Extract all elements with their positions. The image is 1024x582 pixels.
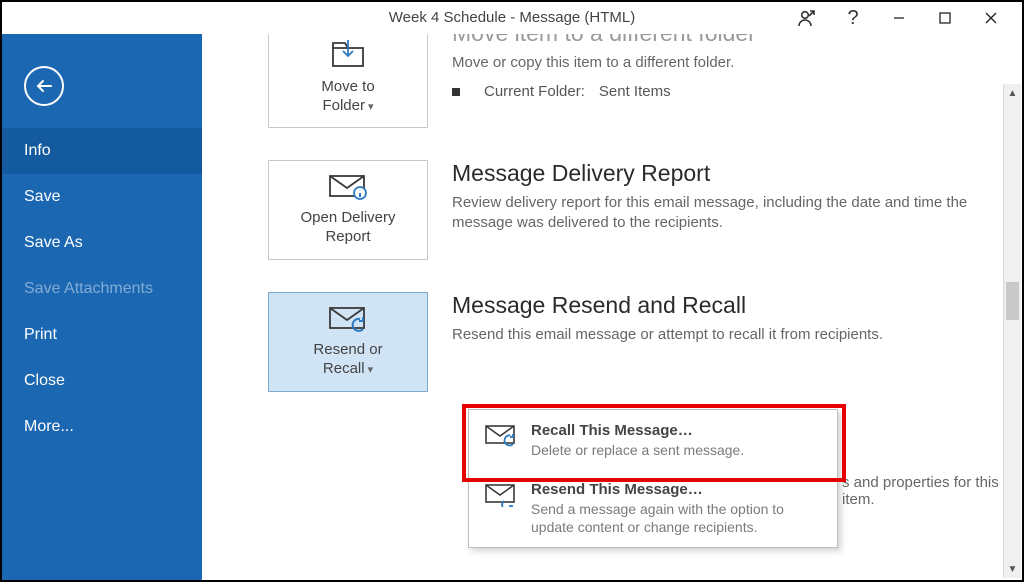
current-folder-label: Current Folder: <box>484 83 585 100</box>
menu-item-resend-message[interactable]: Resend This Message… Send a message agai… <box>469 469 837 546</box>
section-desc: Resend this email message or attempt to … <box>452 325 883 345</box>
folder-in-icon <box>329 40 367 70</box>
window-title: Week 4 Schedule - Message (HTML) <box>389 2 635 34</box>
section-desc: Review delivery report for this email me… <box>452 193 992 234</box>
sidebar-item-save[interactable]: Save <box>2 174 202 220</box>
title-bar: Week 4 Schedule - Message (HTML) ? <box>2 2 1022 34</box>
close-button[interactable] <box>968 2 1014 34</box>
current-folder-value: Sent Items <box>599 83 671 100</box>
sidebar-item-more[interactable]: More... <box>2 404 202 450</box>
vertical-scrollbar[interactable]: ▲ ▼ <box>1003 84 1021 578</box>
envelope-resend-icon <box>483 481 519 536</box>
scroll-up-icon[interactable]: ▲ <box>1004 84 1021 102</box>
truncated-text: s and properties for this item. <box>842 474 1022 508</box>
envelope-recall-icon <box>483 422 519 459</box>
sidebar-item-label: Close <box>24 372 65 389</box>
menu-item-desc: Send a message again with the option to … <box>531 500 823 536</box>
bullet-icon <box>452 88 460 96</box>
sidebar-item-info[interactable]: Info <box>2 128 202 174</box>
resend-or-recall-tile[interactable]: Resend or Recall▾ <box>268 292 428 392</box>
maximize-button[interactable] <box>922 2 968 34</box>
scroll-thumb[interactable] <box>1006 282 1019 320</box>
sidebar-item-label: More... <box>24 418 74 435</box>
sidebar-item-label: Save Attachments <box>24 280 153 297</box>
resend-recall-menu: Recall This Message… Delete or replace a… <box>468 409 838 548</box>
tile-label: Move to <box>321 78 374 95</box>
tile-label: Open Delivery <box>300 209 395 226</box>
menu-item-title: Resend This Message… <box>531 481 823 498</box>
chevron-down-icon: ▾ <box>368 101 374 113</box>
section-heading: Move item to a different folder <box>452 34 756 47</box>
backstage-sidebar: Info Save Save As Save Attachments Print… <box>2 34 202 580</box>
share-account-icon[interactable] <box>784 2 830 34</box>
menu-item-title: Recall This Message… <box>531 422 744 439</box>
tile-label: Resend or <box>313 341 382 358</box>
sidebar-item-save-attachments: Save Attachments <box>2 266 202 312</box>
tile-label: Folder <box>322 97 365 114</box>
envelope-info-icon <box>327 173 369 201</box>
move-to-folder-tile[interactable]: Move to Folder▾ <box>268 34 428 128</box>
scroll-down-icon[interactable]: ▼ <box>1004 560 1021 578</box>
chevron-down-icon: ▾ <box>368 364 374 376</box>
sidebar-item-label: Info <box>24 142 51 159</box>
minimize-button[interactable] <box>876 2 922 34</box>
sidebar-item-save-as[interactable]: Save As <box>2 220 202 266</box>
envelope-recall-icon <box>327 305 369 333</box>
section-heading: Message Delivery Report <box>452 160 992 187</box>
tile-label: Report <box>325 228 370 245</box>
main-pane: Move toFolder▾ Move item to a different … <box>202 34 1022 580</box>
section-desc: Move or copy this item to a different fo… <box>452 53 756 73</box>
section-heading: Message Resend and Recall <box>452 292 883 319</box>
open-delivery-report-tile[interactable]: Open Delivery Report <box>268 160 428 260</box>
menu-item-desc: Delete or replace a sent message. <box>531 441 744 459</box>
sidebar-item-close[interactable]: Close <box>2 358 202 404</box>
sidebar-item-print[interactable]: Print <box>2 312 202 358</box>
sidebar-item-label: Print <box>24 326 57 343</box>
sidebar-item-label: Save <box>24 188 60 205</box>
help-button[interactable]: ? <box>830 2 876 34</box>
back-button[interactable] <box>24 66 64 106</box>
sidebar-item-label: Save As <box>24 234 83 251</box>
tile-label: Recall <box>323 360 365 377</box>
menu-item-recall-message[interactable]: Recall This Message… Delete or replace a… <box>469 410 837 469</box>
